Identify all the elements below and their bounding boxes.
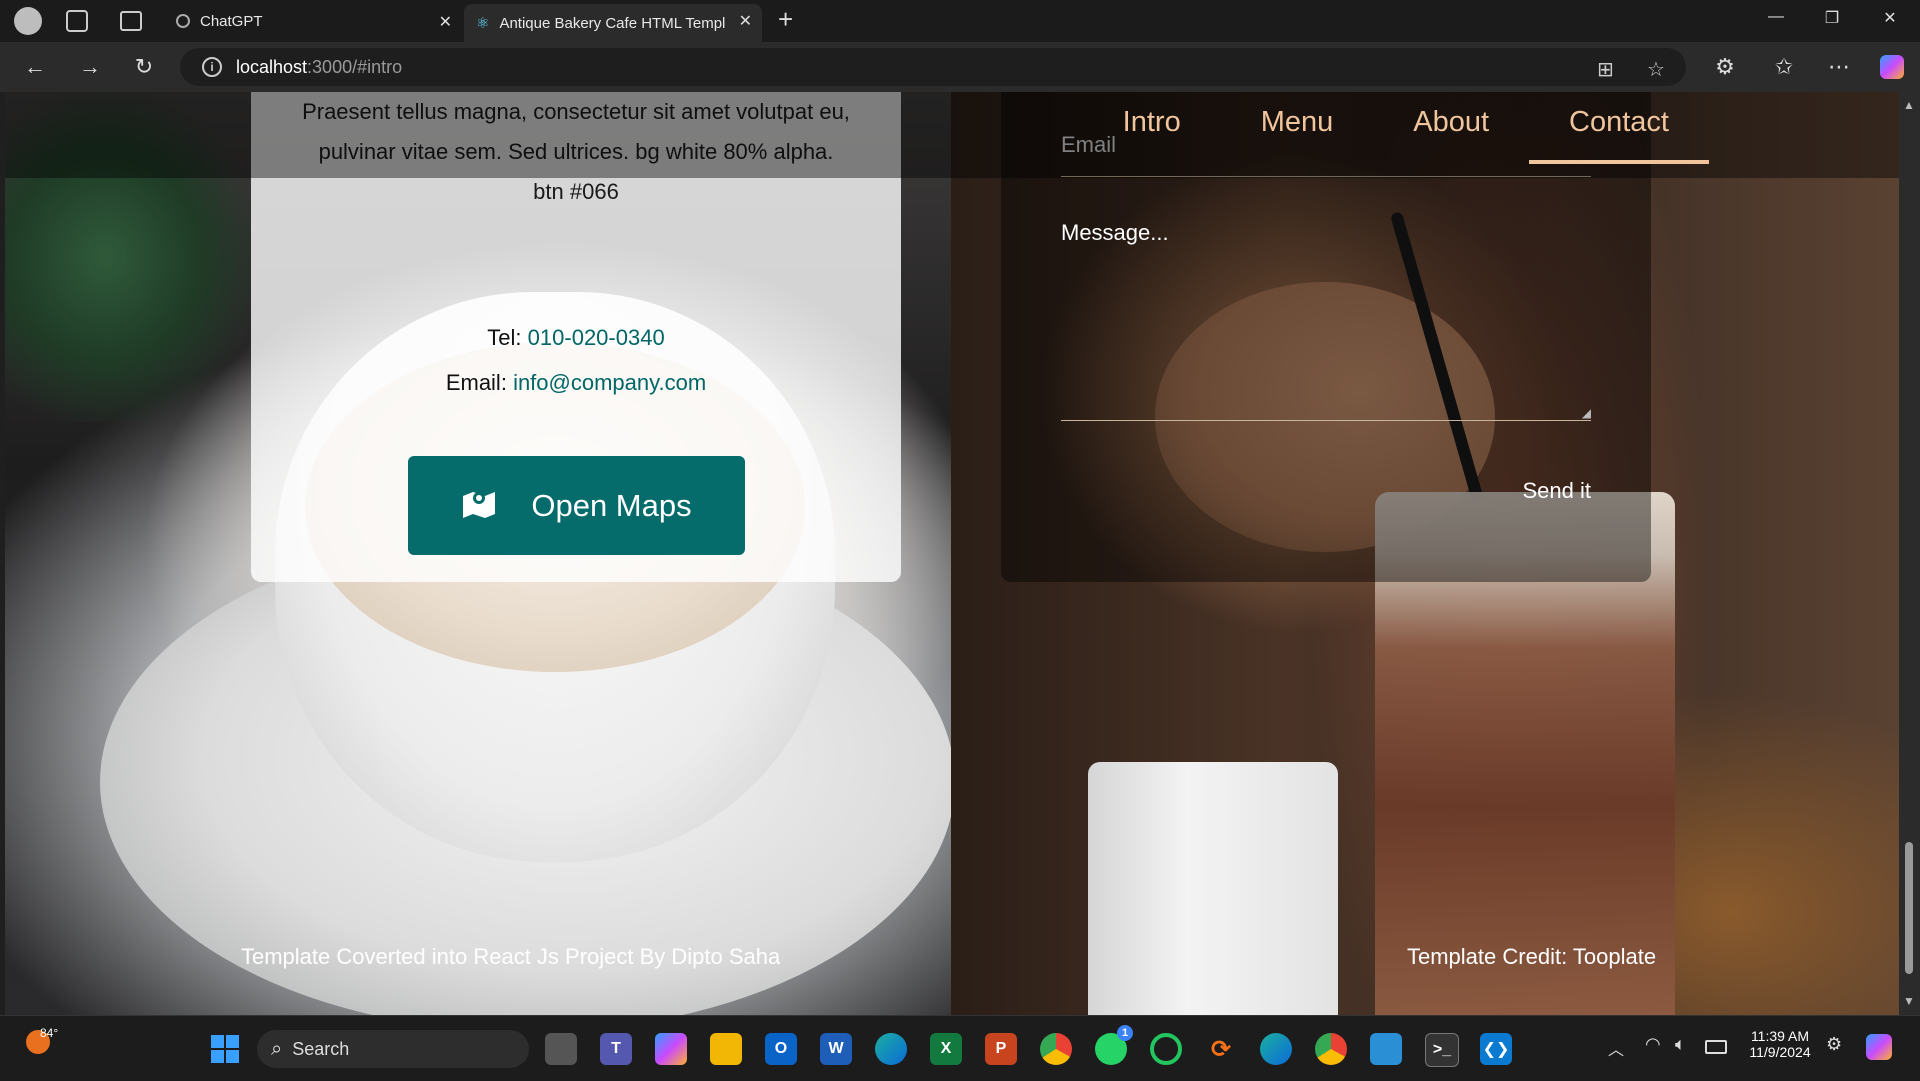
clock[interactable]: 11:39 AM 11/9/2024 (1740, 1028, 1820, 1060)
url-path: :3000/#intro (307, 56, 403, 77)
task-view-icon[interactable] (545, 1033, 577, 1065)
minimize-icon[interactable]: — (1766, 8, 1786, 26)
chrome-icon[interactable] (1040, 1033, 1072, 1065)
email-label: Email: (445, 370, 507, 395)
copilot-icon[interactable] (1880, 55, 1904, 79)
clock-date: 11/9/2024 (1749, 1044, 1811, 1060)
sync-app-icon[interactable]: ⟳ (1205, 1033, 1237, 1065)
profile-avatar[interactable] (14, 7, 42, 35)
vscode-icon[interactable]: ❮❯ (1480, 1033, 1512, 1065)
file-explorer-icon[interactable] (710, 1033, 742, 1065)
tab-title: Antique Bakery Cafe HTML Templ (499, 14, 726, 32)
page-scrollbar[interactable]: ▲ ▼ (1899, 92, 1920, 1015)
nav-contact[interactable]: Contact (1529, 92, 1709, 164)
workspaces-icon[interactable] (66, 10, 88, 32)
clock-time: 11:39 AM (1750, 1028, 1810, 1044)
email-line: Email: info@company.com (251, 370, 901, 396)
volume-icon[interactable]: 🔈︎ (1675, 1034, 1686, 1055)
address-bar[interactable]: i localhost:3000/#intro ⊞ ☆ (180, 48, 1686, 86)
taskbar-search[interactable]: ⌕ Search (257, 1030, 529, 1068)
open-maps-label: Open Maps (531, 487, 692, 523)
nav-about[interactable]: About (1373, 92, 1529, 164)
resize-handle-icon[interactable]: ◢ (1582, 406, 1591, 420)
forward-icon[interactable]: → (77, 54, 103, 80)
footer-credit-left: Template Coverted into React Js Project … (241, 944, 781, 969)
send-button[interactable]: Send it (1523, 478, 1592, 504)
browser-toolbar: ← → ↻ i localhost:3000/#intro ⊞ ☆ ⚙ ✩ ⋯ (0, 42, 1920, 92)
notepad-icon[interactable] (1370, 1033, 1402, 1065)
start-button[interactable] (211, 1035, 239, 1063)
favorite-star-icon[interactable]: ☆ (1647, 57, 1665, 82)
close-tab-icon[interactable]: ✕ (439, 12, 452, 32)
map-marker-icon (461, 486, 497, 526)
reload-icon[interactable]: ↻ (131, 54, 157, 80)
milk-jug-shape (1088, 762, 1338, 1015)
tel-link[interactable]: 010-020-0340 (528, 325, 665, 350)
edge-icon[interactable] (875, 1033, 907, 1065)
app-available-icon[interactable]: ⊞ (1597, 57, 1614, 82)
circle-app-icon[interactable] (1150, 1033, 1182, 1065)
new-tab-button[interactable]: + (778, 4, 793, 35)
wifi-icon[interactable]: ◠ (1645, 1034, 1661, 1055)
powerpoint-icon[interactable]: P (985, 1033, 1017, 1065)
terminal-icon[interactable]: >_ (1425, 1033, 1459, 1067)
search-label: Search (292, 1038, 350, 1059)
site-info-icon[interactable]: i (202, 57, 222, 77)
restore-icon[interactable]: ❐ (1822, 8, 1842, 28)
tab-antique-bakery[interactable]: ⚛ Antique Bakery Cafe HTML Templ ✕ (464, 4, 762, 42)
excel-icon[interactable]: X (930, 1033, 962, 1065)
whatsapp-badge: 1 (1117, 1025, 1133, 1041)
favorites-icon[interactable]: ✩ (1771, 54, 1797, 80)
email-link[interactable]: info@company.com (513, 370, 706, 395)
search-icon: ⌕ (271, 1037, 283, 1060)
scroll-thumb[interactable] (1905, 842, 1913, 974)
more-menu-icon[interactable]: ⋯ (1826, 54, 1852, 80)
copilot-tray-icon[interactable] (1866, 1034, 1892, 1060)
outlook-icon[interactable]: O (765, 1033, 797, 1065)
scroll-down-icon[interactable]: ▼ (1903, 994, 1915, 1008)
url-host: localhost (236, 56, 308, 77)
battery-icon[interactable] (1705, 1040, 1727, 1054)
extensions-icon[interactable]: ⚙ (1712, 54, 1738, 80)
tab-chatgpt[interactable]: ChatGPT ✕ (164, 5, 462, 37)
open-maps-button[interactable]: Open Maps (408, 456, 745, 555)
weather-temp: 84° (40, 1026, 59, 1040)
tel-label: Tel: (487, 325, 522, 350)
site-header: Intro Menu About Contact (5, 92, 1899, 178)
tab-title: ChatGPT (200, 12, 263, 30)
nav-menu[interactable]: Menu (1221, 92, 1374, 164)
close-window-icon[interactable]: ✕ (1880, 8, 1900, 28)
chatgpt-icon (176, 14, 190, 28)
notifications-icon[interactable]: ⚙ (1826, 1034, 1842, 1055)
chrome-profile-icon[interactable] (1315, 1033, 1347, 1065)
teams-icon[interactable]: T (600, 1033, 632, 1065)
whatsapp-icon[interactable]: 1 (1095, 1025, 1133, 1065)
tray-chevron-icon[interactable]: ︿ (1608, 1036, 1624, 1060)
message-placeholder: Message... (1061, 220, 1169, 245)
web-page: Praesent tellus magna, consectetur sit a… (5, 92, 1899, 1015)
close-tab-icon[interactable]: ✕ (739, 11, 752, 31)
tel-line: Tel: 010-020-0340 (251, 325, 901, 351)
word-icon[interactable]: W (820, 1033, 852, 1065)
weather-widget[interactable]: 84° (26, 1026, 58, 1059)
edge-active-icon[interactable] (1260, 1033, 1292, 1065)
react-icon: ⚛ (476, 15, 490, 32)
message-field[interactable]: Message... ◢ (1061, 210, 1591, 421)
scroll-up-icon[interactable]: ▲ (1903, 98, 1915, 112)
site-nav: Intro Menu About Contact (1083, 92, 1709, 164)
windows-taskbar: 84° ⌕ Search T O W X P 1 ⟳ >_ ❮❯ ︿ ◠ 🔈︎ … (0, 1015, 1920, 1081)
tab-actions-icon[interactable] (120, 11, 142, 31)
back-icon[interactable]: ← (22, 54, 48, 80)
nav-intro[interactable]: Intro (1083, 92, 1221, 164)
browser-tab-strip: ChatGPT ✕ ⚛ Antique Bakery Cafe HTML Tem… (0, 0, 1920, 42)
footer-credit-right: Template Credit: Tooplate (1407, 944, 1657, 969)
copilot-app-icon[interactable] (655, 1033, 687, 1065)
